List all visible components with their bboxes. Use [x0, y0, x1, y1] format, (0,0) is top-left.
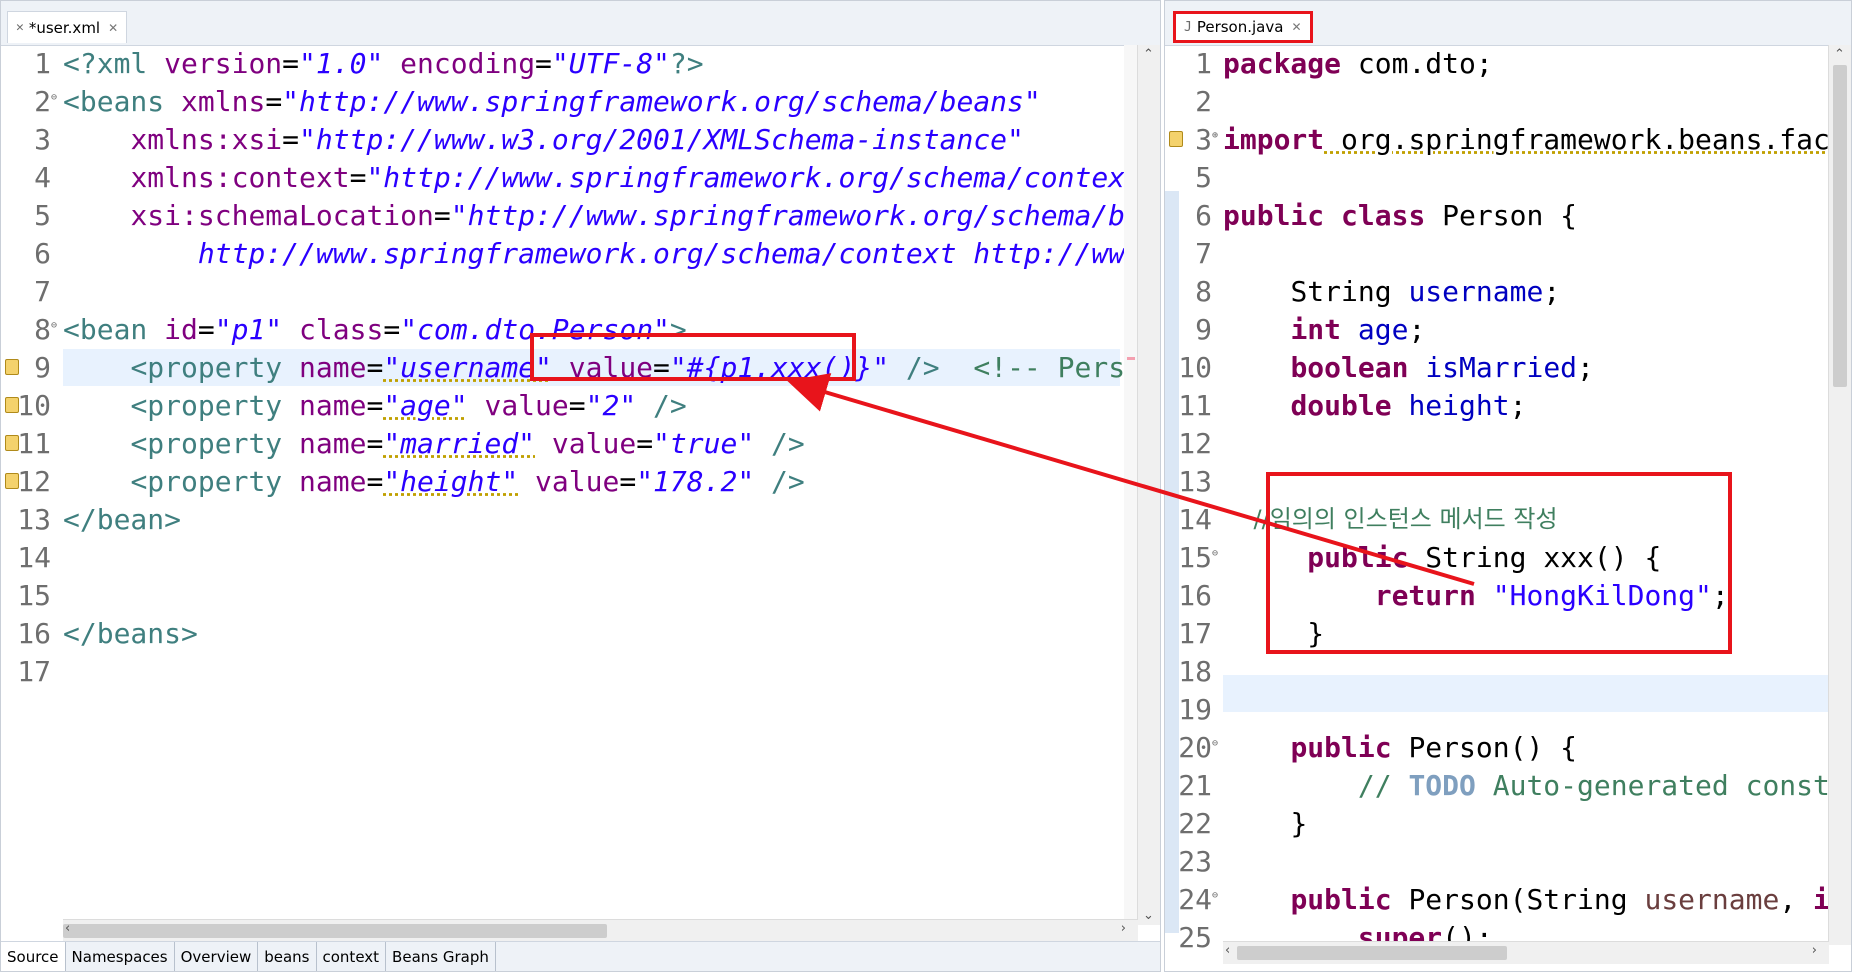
line-number: 12: [1178, 427, 1212, 460]
line-number: 23: [1178, 845, 1212, 878]
line-number: 16: [1178, 579, 1212, 612]
vertical-scrollbar[interactable]: ⌃ ⌄: [1137, 45, 1160, 925]
tab-beans[interactable]: beans: [258, 942, 317, 971]
line-number: 21: [1178, 769, 1212, 802]
line-number: 10: [17, 389, 51, 422]
fold-icon[interactable]: ⊖: [1212, 725, 1218, 762]
line-number: 11: [1178, 389, 1212, 422]
line-number: 13: [17, 503, 51, 536]
fold-icon[interactable]: ⊕: [1212, 117, 1218, 154]
scroll-up-icon[interactable]: ⌃: [1834, 47, 1845, 62]
fold-icon[interactable]: ⊖: [51, 307, 57, 344]
line-number: 5: [34, 199, 51, 232]
tab-source[interactable]: Source: [1, 942, 66, 971]
line-number: 9: [1195, 313, 1212, 346]
line-number: 15: [17, 579, 51, 612]
scroll-thumb[interactable]: [1237, 946, 1507, 960]
xml-file-icon: ✕: [16, 20, 24, 35]
horizontal-scrollbar[interactable]: ‹ ›: [63, 919, 1138, 942]
close-icon[interactable]: ✕: [1291, 20, 1301, 34]
line-number: 11: [17, 427, 51, 460]
line-number: 14: [17, 541, 51, 574]
line-number: 17: [1178, 617, 1212, 650]
line-number: 6: [34, 237, 51, 270]
line-number: 3: [1195, 123, 1212, 156]
line-number: 2: [1195, 85, 1212, 118]
horizontal-scrollbar[interactable]: ‹ ›: [1223, 941, 1829, 964]
line-number: 5: [1195, 161, 1212, 194]
line-number: 25: [1178, 921, 1212, 954]
vertical-scrollbar[interactable]: ⌃: [1828, 45, 1851, 945]
scroll-right-icon[interactable]: ›: [1121, 921, 1126, 936]
line-number: 14: [1178, 503, 1212, 536]
tab-beans-graph[interactable]: Beans Graph: [386, 942, 496, 971]
editor-page-tabs: Source Namespaces Overview beans context…: [1, 941, 1160, 971]
fold-icon[interactable]: ⊖: [1212, 877, 1218, 914]
tab-person-java[interactable]: J Person.java ✕: [1173, 11, 1313, 43]
xml-editor-pane: ✕ *user.xml ✕ 1 2 ⊖ 3 4 5 6 7 8 ⊖ 9 10 11 …: [0, 0, 1161, 972]
line-number: 7: [34, 275, 51, 308]
fold-icon[interactable]: ⊖: [51, 79, 57, 116]
line-number: 20: [1178, 731, 1212, 764]
line-number: 18: [1178, 655, 1212, 688]
ruler-marker[interactable]: [1127, 357, 1135, 360]
line-number: 17: [17, 655, 51, 688]
line-number: 8: [34, 313, 51, 346]
java-file-icon: J: [1184, 19, 1192, 35]
close-icon[interactable]: ✕: [108, 21, 118, 35]
line-number: 1: [1195, 47, 1212, 80]
line-number: 6: [1195, 199, 1212, 232]
line-number: 7: [1195, 237, 1212, 270]
line-number: 24: [1178, 883, 1212, 916]
scroll-thumb[interactable]: [63, 924, 607, 938]
java-editor-pane: J Person.java ✕ 1 2 3 ⊕ 5 6 7 8 9 10 11 1…: [1164, 0, 1852, 972]
tab-overview[interactable]: Overview: [175, 942, 259, 971]
tab-label: *user.xml: [28, 18, 101, 37]
scroll-down-icon[interactable]: ⌄: [1143, 908, 1154, 923]
tab-context[interactable]: context: [317, 942, 387, 971]
line-number: 10: [1178, 351, 1212, 384]
scroll-left-icon[interactable]: ‹: [65, 921, 70, 936]
scroll-right-icon[interactable]: ›: [1812, 943, 1817, 958]
line-number: 4: [34, 161, 51, 194]
line-number: 3: [34, 123, 51, 156]
line-number: 8: [1195, 275, 1212, 308]
line-number: 1: [34, 47, 51, 80]
tab-namespaces[interactable]: Namespaces: [66, 942, 175, 971]
line-number: 15: [1178, 541, 1212, 574]
line-number: 12: [17, 465, 51, 498]
fold-icon[interactable]: ⊖: [1212, 535, 1218, 572]
overview-ruler[interactable]: [1124, 45, 1138, 931]
line-number: 22: [1178, 807, 1212, 840]
line-number: 2: [34, 85, 51, 118]
current-line-highlight: [1223, 675, 1829, 712]
line-number: 19: [1178, 693, 1212, 726]
line-number: 16: [17, 617, 51, 650]
scroll-thumb[interactable]: [1833, 65, 1847, 387]
line-number: 13: [1178, 465, 1212, 498]
tab-user-xml[interactable]: ✕ *user.xml ✕: [7, 11, 128, 43]
line-number: 9: [34, 351, 51, 384]
editor-tab-bar: ✕ *user.xml ✕: [1, 1, 1160, 46]
editor-tab-bar: J Person.java ✕: [1165, 1, 1851, 46]
scroll-left-icon[interactable]: ‹: [1225, 943, 1230, 958]
scroll-up-icon[interactable]: ⌃: [1143, 47, 1154, 62]
tab-label: Person.java: [1196, 18, 1284, 36]
